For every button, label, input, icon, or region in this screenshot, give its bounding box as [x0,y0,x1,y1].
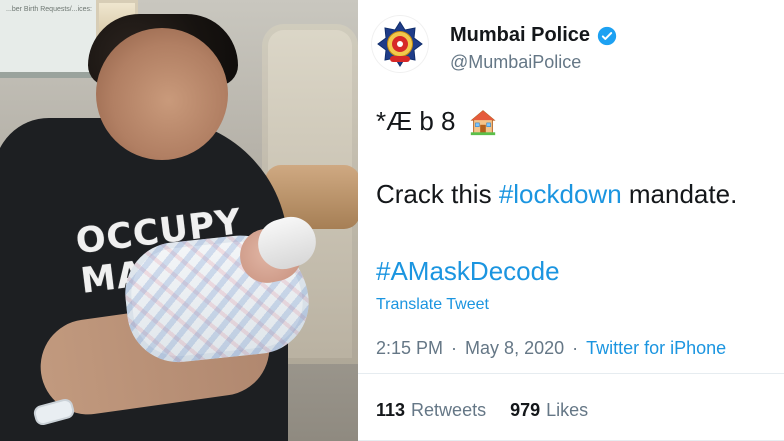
profile-avatar[interactable] [372,16,428,72]
meta-separator-dot-2: · [572,338,579,358]
tweet-line-2: Crack this #lockdown mandate. [376,179,737,210]
tweet-card: Mumbai Police @MumbaiPolice *Æ b 8 Crack… [358,0,784,441]
house-icon [469,109,496,135]
hashtag-amaskdecode[interactable]: #AMaskDecode [376,256,560,287]
person-head [96,28,228,160]
meta-separator-dot-1: · [451,338,458,358]
translate-tweet-link[interactable]: Translate Tweet [376,296,489,314]
retweets-stat[interactable]: 113 Retweets [376,400,486,421]
wall-notice-text: ...ber Birth Requests/...ices: [6,6,92,13]
author-handle[interactable]: @MumbaiPolice [450,52,581,73]
verified-badge-icon [597,26,617,45]
author-display-name[interactable]: Mumbai Police [450,24,590,47]
tweet-line-2-suffix: mandate. [621,179,738,209]
tweet-line-2-prefix: Crack this [376,179,499,209]
tweet-time[interactable]: 2:15 PM [376,338,443,359]
author-name-row: Mumbai Police [450,24,617,47]
tweet-date[interactable]: May 8, 2020 [465,338,564,359]
meta-divider [358,373,784,374]
tweet-meta: 2:15 PM · May 8, 2020 · Twitter for iPho… [376,338,726,359]
hashtag-lockdown[interactable]: #lockdown [499,179,622,209]
tweet-line-1-text: *Æ b 8 [376,106,456,136]
retweets-label: Retweets [411,400,487,420]
tweet-stats: 113 Retweets 979 Likes [376,400,588,421]
retweets-count: 113 [376,400,406,420]
tweet-source-link[interactable]: Twitter for iPhone [586,338,726,359]
tweet-line-1: *Æ b 8 [376,106,498,137]
likes-stat[interactable]: 979 Likes [510,400,588,421]
likes-label: Likes [546,400,589,420]
police-badge-icon [373,17,427,71]
photo-panel: ...ber Birth Requests/...ices: OCCUPY MA… [0,0,358,441]
likes-count: 979 [510,400,541,420]
